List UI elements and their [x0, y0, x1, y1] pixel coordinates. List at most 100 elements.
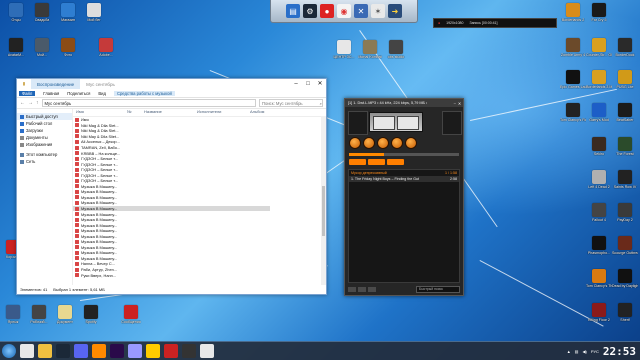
seek-bar[interactable] — [349, 153, 459, 156]
network-icon[interactable]: ▤ — [575, 349, 579, 354]
minimize-icon[interactable]: – — [454, 101, 456, 106]
close-icon[interactable]: ✕ — [314, 79, 326, 89]
music-taskbar-icon[interactable] — [200, 344, 214, 358]
column-header-name[interactable]: Имя — [73, 109, 124, 116]
nav-item-network[interactable]: Сеть — [17, 158, 72, 165]
nav-item-documents[interactable]: Документы — [17, 134, 72, 141]
desktop-icon[interactable]: AvatarM... — [3, 38, 29, 57]
desktop-icon[interactable]: Borderlands 2 — [560, 3, 586, 22]
desktop-icon[interactable]: Dead by Daylight — [612, 269, 638, 288]
clock[interactable]: 22:53 — [603, 345, 636, 358]
ribbon-tab-home[interactable]: Главная — [43, 91, 59, 96]
media-taskbar-icon[interactable] — [92, 344, 106, 358]
desktop-icon[interactable]: Scourge Outbreak — [612, 236, 638, 255]
sort-icon[interactable] — [368, 286, 376, 292]
tab-playback[interactable]: Воспроизведение — [31, 79, 81, 89]
forward-icon[interactable]: → — [28, 100, 33, 106]
volume-icon[interactable]: ◀) — [582, 349, 586, 354]
play-icon[interactable] — [363, 137, 375, 149]
start-button[interactable] — [2, 344, 16, 358]
desktop-icon[interactable]: Killing Floor 2 — [586, 303, 612, 322]
desktop-icon[interactable]: Tom Clancy's Rainbow Si... — [560, 103, 586, 122]
nav-item-pictures[interactable]: Изображения — [17, 141, 72, 148]
game-taskbar-icon[interactable] — [182, 344, 196, 358]
column-header-title[interactable]: Название — [141, 109, 194, 116]
desktop-icon[interactable]: Far Cry 5 — [586, 3, 612, 22]
desktop-icon[interactable]: Epic Games Launcher — [560, 70, 586, 89]
search-input[interactable]: Поиск: Мус сентябрь ⌕ — [259, 99, 323, 107]
ribbon-tab-view[interactable]: Вид — [98, 91, 106, 96]
nav-item-quick-access[interactable]: Быстрый доступ — [17, 113, 72, 120]
desktop-icon[interactable]: Магазин — [55, 3, 81, 22]
steam-taskbar-icon[interactable] — [56, 344, 70, 358]
chrome-icon[interactable]: ◉ — [337, 4, 351, 18]
premiere-taskbar-icon[interactable] — [128, 344, 142, 358]
ribbon-tab-music-tools[interactable]: Средства работы с музыкой — [113, 90, 175, 96]
desktop-icon[interactable]: Мой... — [29, 38, 55, 57]
maximize-icon[interactable]: □ — [302, 79, 314, 89]
desktop-icon[interactable]: Garry's Mod — [586, 103, 612, 122]
pause-icon[interactable] — [377, 137, 389, 149]
yandex-taskbar-icon[interactable] — [146, 344, 160, 358]
desktop-icon[interactable]: Mortal Kombat — [357, 40, 383, 59]
scrollbar-thumb[interactable] — [322, 186, 325, 236]
desktop-icon[interactable]: BeatSaber — [612, 103, 638, 122]
desktop-icon[interactable]: Saints Row IV — [612, 170, 638, 189]
remove-icon[interactable] — [358, 286, 366, 292]
nav-item-this-pc[interactable]: Этот компьютер — [17, 151, 72, 158]
desktop-icon[interactable]: Ярлык — [0, 305, 26, 324]
desktop-icon[interactable]: Left 4 Dead 2 — [586, 170, 612, 189]
arrow-icon[interactable]: ➜ — [388, 4, 402, 18]
desktop-icon[interactable]: Свадьба — [29, 3, 55, 22]
desktop-icon[interactable]: PayDay 2 — [612, 203, 638, 222]
desktop-icon[interactable]: The Forest — [612, 137, 638, 156]
desktop-icon[interactable]: ЦЕНТР ЗС... — [331, 40, 357, 59]
folder-icon[interactable]: ▤ — [286, 4, 300, 18]
desktop-icon[interactable]: Отцы — [3, 3, 29, 22]
stop-icon[interactable] — [391, 137, 403, 149]
star-icon[interactable]: ✶ — [371, 4, 385, 18]
close-icon[interactable]: ✕ — [458, 101, 461, 106]
desktop-icon[interactable]: Документ — [52, 305, 78, 324]
arrow-up-icon[interactable]: ▲ — [567, 349, 571, 354]
playlist-search-input[interactable]: Быстрый поиск — [416, 285, 460, 293]
address-input[interactable]: Мус сентябрь — [41, 99, 256, 107]
desktop-icon[interactable]: Tom Clancy's The Divi... — [586, 269, 612, 288]
adobe-taskbar-icon[interactable] — [110, 344, 124, 358]
back-icon[interactable]: ← — [20, 100, 25, 106]
minimize-icon[interactable]: – — [290, 79, 302, 89]
desktop-icon[interactable]: Сообщения — [118, 305, 144, 324]
nav-item-desktop[interactable]: Рабочий стол — [17, 120, 72, 127]
desktop-icon[interactable]: Counter-Str... Global Offe... — [586, 38, 612, 57]
screen-recorder-bar[interactable]: ● 1920x1080 Запись [00:00:41] — [433, 18, 557, 28]
desktop-icon[interactable]: Borderlands 3 Multiplayer — [586, 70, 612, 89]
vertical-scrollbar[interactable] — [321, 116, 326, 285]
desktop-icon[interactable]: Phasmopho... — [586, 236, 612, 255]
next-icon[interactable] — [405, 137, 417, 149]
column-header-album[interactable]: Альбом — [247, 109, 290, 116]
steam-icon[interactable]: ⚙ — [303, 4, 317, 18]
player-titlebar[interactable]: [1] 1. Dwt.L.MP3 • 44 kHz, 224 kbps, 5,7… — [345, 99, 463, 107]
desktop-icon[interactable]: Spotify — [78, 305, 104, 324]
explorer-taskbar-icon[interactable] — [38, 344, 52, 358]
desktop-icon[interactable]: Мой бег — [81, 3, 107, 22]
desktop-icon[interactable]: Fallout 4 — [586, 203, 612, 222]
explorer-titlebar[interactable]: ▮ Воспроизведение Мус сентябрь – □ ✕ — [17, 79, 326, 89]
record-icon[interactable]: ● — [320, 4, 334, 18]
playlist-tab[interactable] — [368, 159, 385, 165]
ribbon-tab-share[interactable]: Поделиться — [67, 91, 90, 96]
column-header-number[interactable]: № — [124, 109, 141, 116]
ribbon-tab-file[interactable]: Файл — [19, 90, 36, 96]
desktop-icon[interactable]: BorderDock — [612, 38, 638, 57]
desktop-icon[interactable]: Фото — [55, 38, 81, 57]
desktop-icon[interactable]: Adobe... — [93, 38, 119, 57]
desktop-icon[interactable]: Sekiro — [586, 137, 612, 156]
discord-taskbar-icon[interactable] — [74, 344, 88, 358]
desktop-icon[interactable]: obs studio — [383, 40, 409, 59]
app-taskbar-icon[interactable] — [164, 344, 178, 358]
column-header-artists[interactable]: Исполнители — [194, 109, 247, 116]
add-icon[interactable] — [348, 286, 356, 292]
desktop-icon[interactable]: Zombie Army 4 — [560, 38, 586, 57]
previous-icon[interactable] — [349, 137, 361, 149]
chrome-taskbar-icon[interactable] — [20, 344, 34, 358]
